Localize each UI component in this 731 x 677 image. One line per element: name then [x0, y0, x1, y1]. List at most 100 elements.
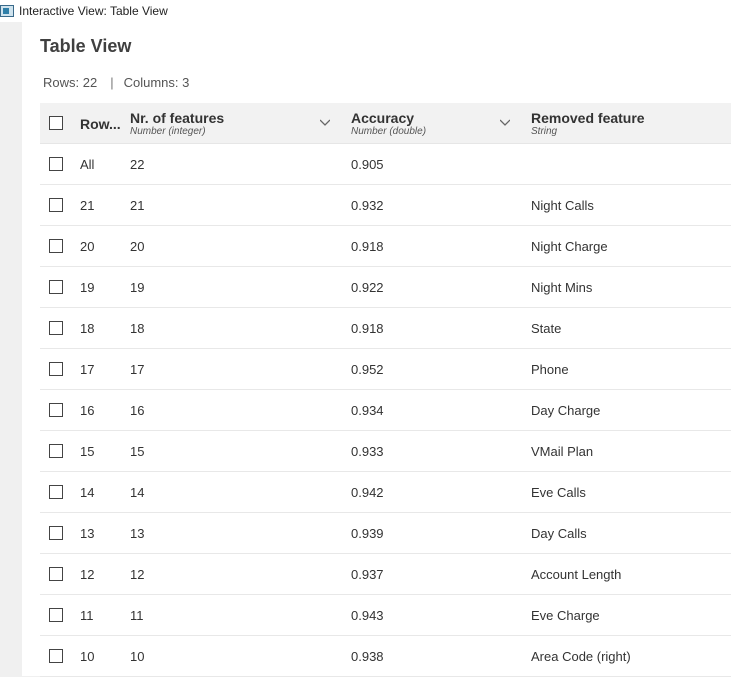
row-checkbox[interactable]: [49, 567, 63, 581]
row-checkbox[interactable]: [49, 485, 63, 499]
row-checkbox[interactable]: [49, 321, 63, 335]
nr-features-cell: 18: [130, 320, 145, 336]
data-table: Row... Nr. of features Number (integer) …: [40, 103, 731, 677]
table-row[interactable]: 14 14 0.942 Eve Calls: [40, 472, 731, 513]
table-row[interactable]: 17 17 0.952 Phone: [40, 349, 731, 390]
column-header-removed-feature[interactable]: Removed feature String: [531, 103, 645, 144]
row-id-cell: 11: [80, 607, 94, 623]
window-titlebar: Interactive View: Table View: [0, 0, 731, 22]
accuracy-cell: 0.934: [351, 402, 384, 418]
table-row[interactable]: 13 13 0.939 Day Calls: [40, 513, 731, 554]
table-header: Row... Nr. of features Number (integer) …: [40, 103, 731, 144]
row-id-cell: 14: [80, 484, 95, 500]
removed-feature-cell: Area Code (right): [531, 648, 631, 664]
removed-feature-cell: Night Charge: [531, 238, 608, 254]
nr-features-cell: 22: [130, 156, 145, 172]
row-id-cell: All: [80, 156, 95, 172]
nr-features-cell: 20: [130, 238, 145, 254]
table-row[interactable]: 16 16 0.934 Day Charge: [40, 390, 731, 431]
column-type: Number (integer): [130, 125, 206, 137]
nr-features-cell: 10: [130, 648, 145, 664]
row-id-cell: 16: [80, 402, 95, 418]
accuracy-cell: 0.933: [351, 443, 384, 459]
column-header-nr-features[interactable]: Nr. of features Number (integer): [130, 103, 224, 144]
table-row[interactable]: 10 10 0.938 Area Code (right): [40, 636, 731, 677]
row-id-cell: 15: [80, 443, 95, 459]
table-row[interactable]: 11 11 0.943 Eve Charge: [40, 595, 731, 636]
select-all-checkbox[interactable]: [49, 116, 63, 130]
column-name: Removed feature: [531, 109, 645, 126]
removed-feature-cell: Night Mins: [531, 279, 593, 295]
removed-feature-cell: Night Calls: [531, 197, 594, 213]
table-row[interactable]: 12 12 0.937 Account Length: [40, 554, 731, 595]
row-checkbox[interactable]: [49, 157, 63, 171]
row-checkbox[interactable]: [49, 649, 63, 663]
accuracy-cell: 0.918: [351, 320, 384, 336]
removed-feature-cell: Day Calls: [531, 525, 587, 541]
table-row[interactable]: 20 20 0.918 Night Charge: [40, 226, 731, 267]
row-id-cell: 17: [80, 361, 95, 377]
nr-features-cell: 21: [130, 197, 145, 213]
column-name: Accuracy: [351, 109, 415, 126]
row-id-cell: 18: [80, 320, 95, 336]
removed-feature-cell: Phone: [531, 361, 569, 377]
chevron-down-icon[interactable]: [500, 117, 510, 127]
column-header-accuracy[interactable]: Accuracy Number (double): [351, 103, 426, 144]
accuracy-cell: 0.932: [351, 197, 384, 213]
row-id-cell: 21: [80, 197, 95, 213]
accuracy-cell: 0.952: [351, 361, 384, 377]
page-title: Table View: [40, 36, 132, 56]
nr-features-cell: 15: [130, 443, 145, 459]
rows-count: Rows: 22: [43, 75, 98, 90]
table-row[interactable]: 18 18 0.918 State: [40, 308, 731, 349]
accuracy-cell: 0.918: [351, 238, 384, 254]
chevron-down-icon[interactable]: [320, 117, 330, 127]
app-icon: [0, 5, 14, 17]
accuracy-cell: 0.937: [351, 566, 384, 582]
table-row[interactable]: 15 15 0.933 VMail Plan: [40, 431, 731, 472]
row-checkbox[interactable]: [49, 239, 63, 253]
row-id-cell: 20: [80, 238, 95, 254]
column-name: Nr. of features: [130, 109, 225, 126]
table-row[interactable]: 21 21 0.932 Night Calls: [40, 185, 731, 226]
nr-features-cell: 19: [130, 279, 145, 295]
nr-features-cell: 11: [130, 607, 144, 623]
column-name: Row...: [80, 115, 121, 132]
nr-features-cell: 17: [130, 361, 145, 377]
row-id-cell: 10: [80, 648, 95, 664]
accuracy-cell: 0.943: [351, 607, 384, 623]
table-view-panel: Table View Rows: 22 | Columns: 3 Row... …: [22, 22, 731, 677]
column-type: Number (double): [351, 125, 427, 137]
removed-feature-cell: VMail Plan: [531, 443, 594, 459]
row-checkbox[interactable]: [49, 526, 63, 540]
removed-feature-cell: Day Charge: [531, 402, 601, 418]
row-id-cell: 19: [80, 279, 95, 295]
nr-features-cell: 13: [130, 525, 145, 541]
removed-feature-cell: State: [531, 320, 562, 336]
removed-feature-cell: Eve Calls: [531, 484, 586, 500]
table-row[interactable]: All 22 0.905: [40, 144, 731, 185]
row-id-cell: 12: [80, 566, 95, 582]
column-type: String: [531, 125, 558, 137]
accuracy-cell: 0.942: [351, 484, 384, 500]
window-title: Interactive View: Table View: [19, 4, 168, 18]
accuracy-cell: 0.939: [351, 525, 384, 541]
column-header-row[interactable]: Row...: [80, 103, 121, 144]
row-checkbox[interactable]: [49, 362, 63, 376]
summary-separator: |: [110, 75, 114, 90]
row-checkbox[interactable]: [49, 198, 63, 212]
accuracy-cell: 0.938: [351, 648, 384, 664]
removed-feature-cell: Eve Charge: [531, 607, 600, 623]
row-checkbox[interactable]: [49, 280, 63, 294]
nr-features-cell: 14: [130, 484, 145, 500]
row-checkbox[interactable]: [49, 608, 63, 622]
table-row[interactable]: 19 19 0.922 Night Mins: [40, 267, 731, 308]
table-body: All 22 0.905 21 21 0.932 Night Calls 20 20 0.918 N…: [40, 144, 731, 677]
accuracy-cell: 0.905: [351, 156, 384, 172]
row-checkbox[interactable]: [49, 403, 63, 417]
accuracy-cell: 0.922: [351, 279, 384, 295]
row-id-cell: 13: [80, 525, 95, 541]
table-summary: Rows: 22 | Columns: 3: [43, 75, 189, 90]
row-checkbox[interactable]: [49, 444, 63, 458]
columns-count: Columns: 3: [123, 75, 190, 90]
